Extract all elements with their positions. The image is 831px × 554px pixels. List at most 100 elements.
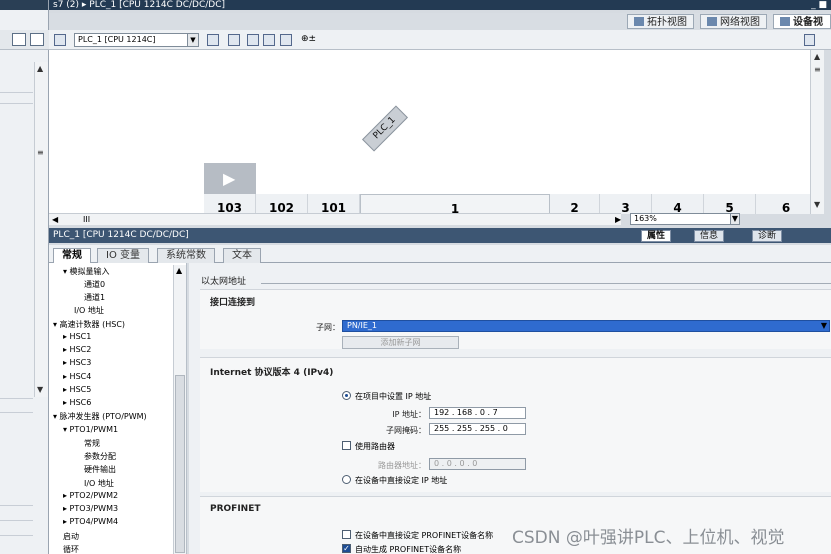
view-tab-bar: 拓扑视图 网络视图 设备视图 [49,13,831,43]
tree-item[interactable]: 硬件输出 [84,464,116,475]
tree-item[interactable]: 常规 [84,438,100,449]
scroll-grip-icon: ≡ [814,65,821,74]
option-label: 使用路由器 [355,442,395,451]
device-select[interactable]: PLC_1 [CPU 1214C] ▼ [74,33,199,47]
slot-3[interactable]: 3 [600,194,652,215]
properties-icon[interactable] [207,34,219,46]
scroll-down-icon[interactable]: ▼ [814,200,820,209]
rack-slots: 103 102 101 1 2 3 4 5 6 [204,194,817,216]
expand-rack-icon[interactable]: ▶ [204,163,256,194]
tree-item[interactable]: 启动 [63,531,79,542]
scroll-up-icon[interactable]: ▲ [176,266,182,275]
tree-item[interactable]: ▸ HSC5 [63,385,91,394]
list-view-icon[interactable] [12,33,26,46]
tree-item[interactable]: I/O 地址 [74,305,104,316]
tree-item[interactable]: ▸ HSC4 [63,372,91,381]
tree-item[interactable]: ▸ HSC2 [63,345,91,354]
tab-io-tags[interactable]: IO 变量 [97,248,149,263]
tree-item[interactable]: 通道1 [84,292,105,303]
tree-item[interactable]: ▸ PTO3/PWM3 [63,504,118,513]
router-address-label: 路由器地址： [378,461,426,470]
tab-general[interactable]: 常规 [53,248,91,264]
slot-102[interactable]: 102 [256,194,308,215]
overview-icon[interactable] [804,34,815,46]
chevron-down-icon[interactable]: ▼ [821,321,827,331]
tab-system-constants[interactable]: 系统常数 [157,248,215,263]
canvas-horizontal-scrollbar[interactable]: ◀ III ▶ [49,213,621,225]
slot-103[interactable]: 103 [204,194,256,215]
tree-item[interactable]: ▸ PTO4/PWM4 [63,517,118,526]
auto-generate-profinet-name-checkbox[interactable]: ✓ [342,544,351,553]
tree-item[interactable]: ▾ 高速计数器 (HSC) [53,319,125,330]
canvas-vertical-scrollbar[interactable]: ▲ ≡ ▼ [810,50,824,214]
zoom-select[interactable]: 163% ▼ [630,213,740,225]
tab-device-view[interactable]: 设备视图 [773,14,831,43]
device-canvas[interactable]: PLC_1 ▶ 103 102 101 1 2 3 4 5 6 [49,50,817,216]
scroll-thumb-grip[interactable]: III [83,214,90,225]
table-icon[interactable] [228,34,240,46]
radio-set-ip-in-device[interactable] [342,475,351,484]
option-label: 在项目中设置 IP 地址 [355,392,432,401]
zoom-tool-icon[interactable]: ⊕± [301,34,316,44]
chevron-down-icon[interactable]: ▼ [187,34,198,46]
window-controls[interactable]: _ ■ [811,0,827,10]
tree-item[interactable]: ▸ HSC1 [63,332,91,341]
option-label: 在设备中直接设定 IP 地址 [355,476,448,485]
subnet-label: 子网： [316,323,340,332]
router-address-field[interactable]: 0 . 0 . 0 . 0 [429,458,526,470]
slot-5[interactable]: 5 [704,194,756,215]
tab-texts[interactable]: 文本 [223,248,261,263]
heading-divider [261,283,831,284]
property-content: 以太网地址 接口连接到 子网： PN/IE_1 ▼ 添加新子网 Internet… [189,263,831,554]
ip-label: IP 地址： [392,410,426,419]
add-subnet-button[interactable]: 添加新子网 [342,336,459,349]
property-navigation-tree: ▾ 模拟量输入 通道0 通道1 I/O 地址 ▾ 高速计数器 (HSC) ▸ H… [49,263,187,554]
tree-item[interactable]: ▸ HSC6 [63,398,91,407]
scroll-up-icon[interactable]: ▲ [814,52,820,61]
editor-title-bar: s7 (2) ▸ PLC_1 [CPU 1214C DC/DC/DC] _ ■ [49,0,831,10]
left-pane-toolbar [0,30,49,50]
scroll-thumb[interactable] [175,375,185,553]
section-title: PROFINET [210,504,261,514]
tab-properties[interactable]: 属性 [641,230,672,242]
use-router-checkbox[interactable] [342,441,351,450]
tree-scrollbar[interactable]: ▲ [173,265,186,554]
tab-info[interactable]: 信息 [694,230,725,242]
tree-item[interactable]: ▸ PTO2/PWM2 [63,491,118,500]
detail-view-icon[interactable] [30,33,44,46]
left-pane-scrollbar[interactable]: ▲ ≡ ▼ [34,62,48,397]
subnet-mask-field[interactable]: 255 . 255 . 255 . 0 [429,423,526,435]
slot-2[interactable]: 2 [550,194,600,215]
tab-topology-view[interactable]: 拓扑视图 [627,14,694,29]
scroll-down-icon[interactable]: ▼ [37,385,43,394]
tree-item[interactable]: ▾ 模拟量输入 [63,266,110,277]
device-view-toolbar: PLC_1 [CPU 1214C] ▼ ⊕± [49,30,831,50]
subnet-mask-label: 子网掩码： [386,426,426,435]
slot-1-cpu[interactable]: 1 [360,194,550,216]
set-profinet-name-in-device-checkbox[interactable] [342,530,351,539]
grid-icon[interactable] [263,34,275,46]
edit-icon[interactable] [247,34,259,46]
tab-diagnostics[interactable]: 诊断 [752,230,783,242]
tree-item[interactable]: 通道0 [84,279,105,290]
plc-name-tag[interactable]: PLC_1 [362,105,408,152]
slot-4[interactable]: 4 [652,194,704,215]
chevron-down-icon[interactable]: ▼ [730,214,739,224]
tree-item[interactable]: ▾ PTO1/PWM1 [63,425,118,434]
scroll-right-icon[interactable]: ▶ [615,214,621,225]
ip-address-field[interactable]: 192 . 168 . 0 . 7 [429,407,526,419]
device-icon[interactable] [54,34,66,46]
tab-network-view[interactable]: 网络视图 [700,14,767,29]
slot-101[interactable]: 101 [308,194,360,215]
subnet-select[interactable]: PN/IE_1 ▼ [342,320,830,332]
radio-set-ip-in-project[interactable] [342,391,351,400]
tree-item[interactable]: I/O 地址 [84,478,114,489]
tree-item[interactable]: ▸ HSC3 [63,358,91,367]
tree-item[interactable]: 循环 [63,544,79,554]
scroll-left-icon[interactable]: ◀ [52,214,58,225]
scroll-up-icon[interactable]: ▲ [37,64,43,73]
panel-icon[interactable] [280,34,292,46]
tree-item[interactable]: ▾ 脉冲发生器 (PTO/PWM) [53,411,147,422]
tree-item[interactable]: 参数分配 [84,451,116,462]
slot-6[interactable]: 6 [756,194,817,215]
